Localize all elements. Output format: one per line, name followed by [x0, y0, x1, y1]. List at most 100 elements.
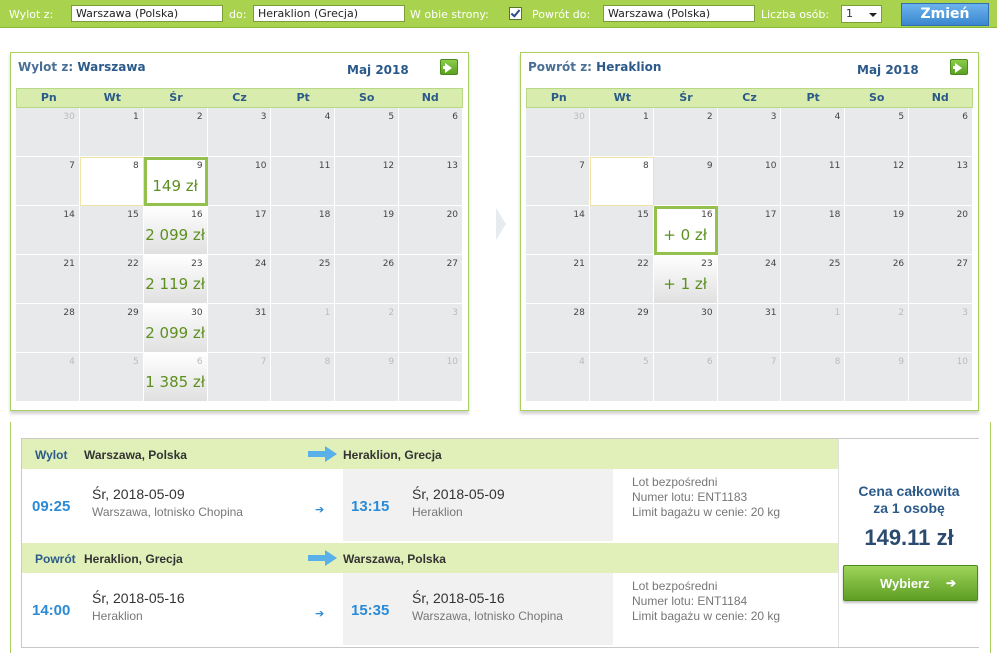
return-calendar: Powrót z: Heraklion Maj 2018 Pn Wt Śr Cz Pt S…: [520, 52, 979, 411]
day-number: 22: [127, 259, 139, 269]
calendar-day-with-price[interactable]: 6 1 385 zł: [143, 353, 208, 402]
to-input[interactable]: Heraklion (Grecja): [253, 5, 405, 22]
next-month-arrow-icon[interactable]: [950, 59, 968, 75]
day-number: 30: [573, 112, 585, 122]
day-number: 3: [260, 112, 267, 122]
day-number: 14: [573, 210, 585, 220]
persons-select[interactable]: 1: [841, 5, 882, 23]
day-number: 1: [324, 308, 331, 318]
day-number: 13: [446, 161, 459, 171]
calendar-day: 3: [207, 108, 272, 157]
weekday-label: Nd: [931, 91, 949, 104]
calendar-day: 2: [143, 108, 208, 157]
calendar-day: 6: [909, 108, 974, 157]
departure-date: Śr, 2018-05-09: [92, 486, 185, 502]
calendar-day: 6: [399, 108, 464, 157]
calendar-day: 5: [845, 108, 910, 157]
total-price-value: 149.11 zł: [864, 525, 954, 550]
change-button[interactable]: Zmień: [901, 3, 989, 26]
calendar-day: 1: [781, 304, 846, 353]
calendar-day: 15: [79, 206, 144, 255]
calendar-day-with-price[interactable]: 23 + 1 zł: [653, 255, 718, 304]
calendar-day: 5: [79, 353, 144, 402]
calendar-day: 1: [589, 108, 654, 157]
day-number: 30: [701, 308, 713, 318]
day-number: 20: [446, 210, 459, 220]
calendar-day: 3: [399, 304, 464, 353]
day-number: 27: [446, 259, 459, 269]
departure-date: Śr, 2018-05-16: [92, 590, 185, 606]
calendar-day: 9: [335, 353, 400, 402]
day-price: 2 099 zł: [145, 324, 206, 342]
flight-info: Lot bezpośredni Numer lotu: ENT1184 Limi…: [632, 579, 780, 624]
calendar-week: 21 22 23 + 1 zł 24 25 26 27: [526, 255, 974, 304]
day-number: 25: [318, 259, 331, 269]
day-number: 21: [63, 259, 75, 269]
day-number: 24: [254, 259, 267, 269]
calendar-day: 31: [207, 304, 272, 353]
calendar-day: 6: [653, 353, 718, 402]
outbound-tag: Wylot: [35, 448, 68, 462]
calendar-day-with-price[interactable]: 16 2 099 zł: [143, 206, 208, 255]
calendar-title-city: Warszawa: [77, 60, 146, 74]
arrow-right-icon: [308, 550, 338, 566]
calendar-month: Maj 2018: [857, 63, 919, 77]
day-number: 12: [382, 161, 395, 171]
calendar-day: 13: [399, 157, 464, 206]
weekday-label: Nd: [421, 91, 439, 104]
calendar-day: 7: [207, 353, 272, 402]
weekday-label: Pt: [296, 91, 310, 104]
both-ways-checkbox[interactable]: [509, 7, 522, 20]
day-number: 21: [573, 259, 585, 269]
weekday-label: So: [358, 91, 375, 104]
calendar-day: 24: [207, 255, 272, 304]
day-number: 11: [828, 161, 841, 171]
outbound-route-band: Wylot Warszawa, Polska Heraklion, Grecja: [22, 439, 838, 469]
next-month-arrow-icon[interactable]: [440, 59, 458, 75]
calendar-day: 19: [335, 206, 400, 255]
day-number: 7: [579, 161, 585, 171]
day-number: 3: [770, 112, 777, 122]
day-number: 4: [579, 357, 585, 367]
calendar-week: 4 5 6 1 385 zł 7 8 9 10: [16, 353, 464, 402]
calendar-header: Wylot z: Warszawa Maj 2018: [11, 53, 468, 86]
calendar-day: 3: [909, 304, 974, 353]
departure-place: Warszawa, lotnisko Chopina: [92, 505, 243, 519]
return-input[interactable]: Warszawa (Polska): [603, 5, 755, 22]
results-panel: Wylot Warszawa, Polska Heraklion, Grecja…: [10, 422, 991, 653]
from-input[interactable]: Warszawa (Polska): [71, 5, 223, 22]
calendar-day: 12: [335, 157, 400, 206]
weekday-label: Cz: [232, 91, 247, 104]
calendar-day-with-price[interactable]: 23 2 119 zł: [143, 255, 208, 304]
calendar-day: 4: [526, 353, 590, 402]
return-label: Powrót do:: [532, 8, 591, 21]
day-number: 2: [706, 112, 713, 122]
day-number: 7: [260, 357, 267, 367]
calendar-day-with-price[interactable]: 9 149 zł: [143, 157, 208, 206]
calendar-day-with-price[interactable]: 30 2 099 zł: [143, 304, 208, 353]
day-number: 2: [196, 112, 203, 122]
day-number: 5: [388, 112, 395, 122]
choose-button[interactable]: Wybierz ➔: [843, 565, 978, 601]
day-number: 31: [254, 308, 267, 318]
calendar-day-with-price[interactable]: 16 + 0 zł: [653, 206, 718, 255]
weekday-label: Cz: [742, 91, 757, 104]
weekday-label: Śr: [679, 91, 693, 104]
calendar-day: 14: [16, 206, 80, 255]
calendar-day: 1: [79, 108, 144, 157]
day-number: 18: [828, 210, 841, 220]
day-number: 5: [642, 357, 649, 367]
flight-type: Lot bezpośredni: [632, 579, 718, 593]
departure-time: 14:00: [32, 602, 71, 619]
day-price: + 0 zł: [663, 226, 708, 244]
calendar-day: 4: [16, 353, 80, 402]
day-number: 19: [892, 210, 905, 220]
day-number: 3: [962, 308, 969, 318]
chevron-right-icon: [496, 208, 506, 240]
calendar-day: 2: [653, 108, 718, 157]
day-number: 30: [191, 308, 203, 318]
checkmark-icon: [510, 7, 521, 18]
day-number: 10: [764, 161, 777, 171]
day-number: 29: [637, 308, 649, 318]
day-price: + 1 zł: [663, 275, 708, 293]
